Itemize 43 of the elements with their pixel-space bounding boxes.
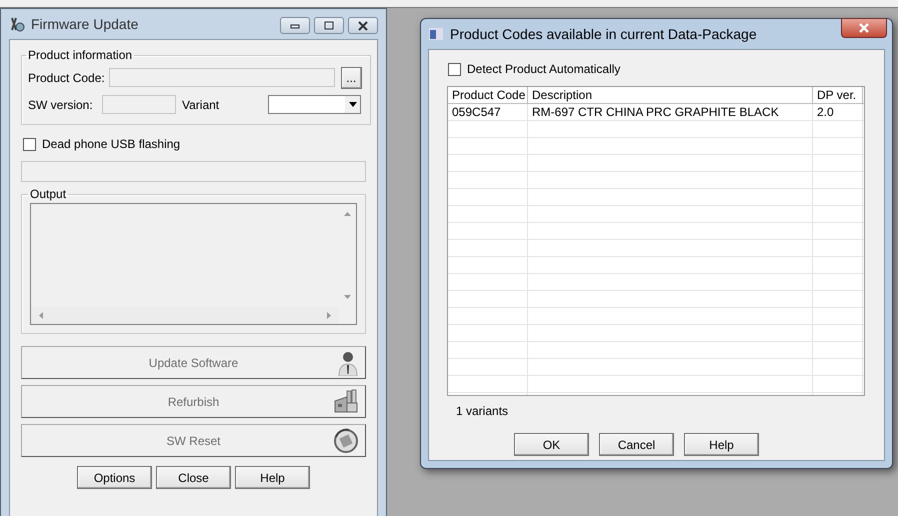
maximize-icon — [324, 21, 334, 30]
group-title: Output — [29, 187, 68, 201]
dialog-title: Product Codes available in current Data-Package — [450, 26, 757, 42]
browse-button[interactable]: ... — [340, 66, 362, 88]
scroll-left-icon[interactable] — [39, 312, 43, 319]
column-header[interactable]: Product Code — [448, 87, 528, 104]
column-header[interactable]: DP ver. — [813, 87, 863, 104]
scroll-down-icon[interactable] — [344, 295, 351, 299]
table-row[interactable]: 059C547 RM-697 CTR CHINA PRC GRAPHITE BLACK 2.0 — [448, 104, 864, 121]
column-header[interactable]: Description — [528, 87, 813, 104]
person-icon — [337, 350, 359, 376]
window-icon — [429, 28, 443, 40]
tools-icon — [9, 16, 25, 32]
dropdown-arrow-icon — [348, 102, 356, 107]
table-cell: RM-697 CTR CHINA PRC GRAPHITE BLACK — [528, 104, 813, 121]
group-title: Product information — [27, 48, 134, 62]
variant-dropdown[interactable] — [268, 95, 361, 114]
dead-phone-checkbox[interactable]: Dead phone USB flashing — [23, 137, 366, 151]
dialog-button[interactable]: Help — [684, 433, 759, 456]
dialog-button[interactable]: Close — [156, 466, 231, 489]
close-button[interactable] — [348, 17, 378, 34]
close-icon — [858, 23, 870, 33]
field-label: Product Code: — [28, 70, 105, 84]
field-label: SW version: — [28, 98, 94, 112]
detect-checkbox[interactable]: Detect Product Automatically — [448, 62, 871, 76]
dialog-button[interactable]: Options — [77, 466, 152, 489]
maximize-button[interactable] — [314, 17, 344, 34]
variant-count: 1 variants — [456, 404, 510, 418]
window-title: Firmware Update — [31, 16, 138, 32]
table-cell: 2.0 — [813, 104, 863, 121]
dialog-button[interactable]: OK — [514, 433, 589, 456]
dialog-button[interactable]: Cancel — [599, 433, 674, 456]
close-button[interactable] — [841, 18, 887, 38]
field-label: Variant — [182, 98, 220, 112]
minimize-icon — [290, 22, 300, 28]
scroll-up-icon[interactable] — [344, 212, 351, 216]
scroll-right-icon[interactable] — [327, 312, 331, 319]
dialog-button[interactable]: Help — [235, 466, 310, 489]
factory-icon — [333, 389, 359, 413]
close-icon — [357, 20, 369, 30]
reset-icon — [333, 428, 359, 454]
minimize-button[interactable] — [280, 17, 310, 34]
table-cell: 059C547 — [448, 104, 528, 121]
